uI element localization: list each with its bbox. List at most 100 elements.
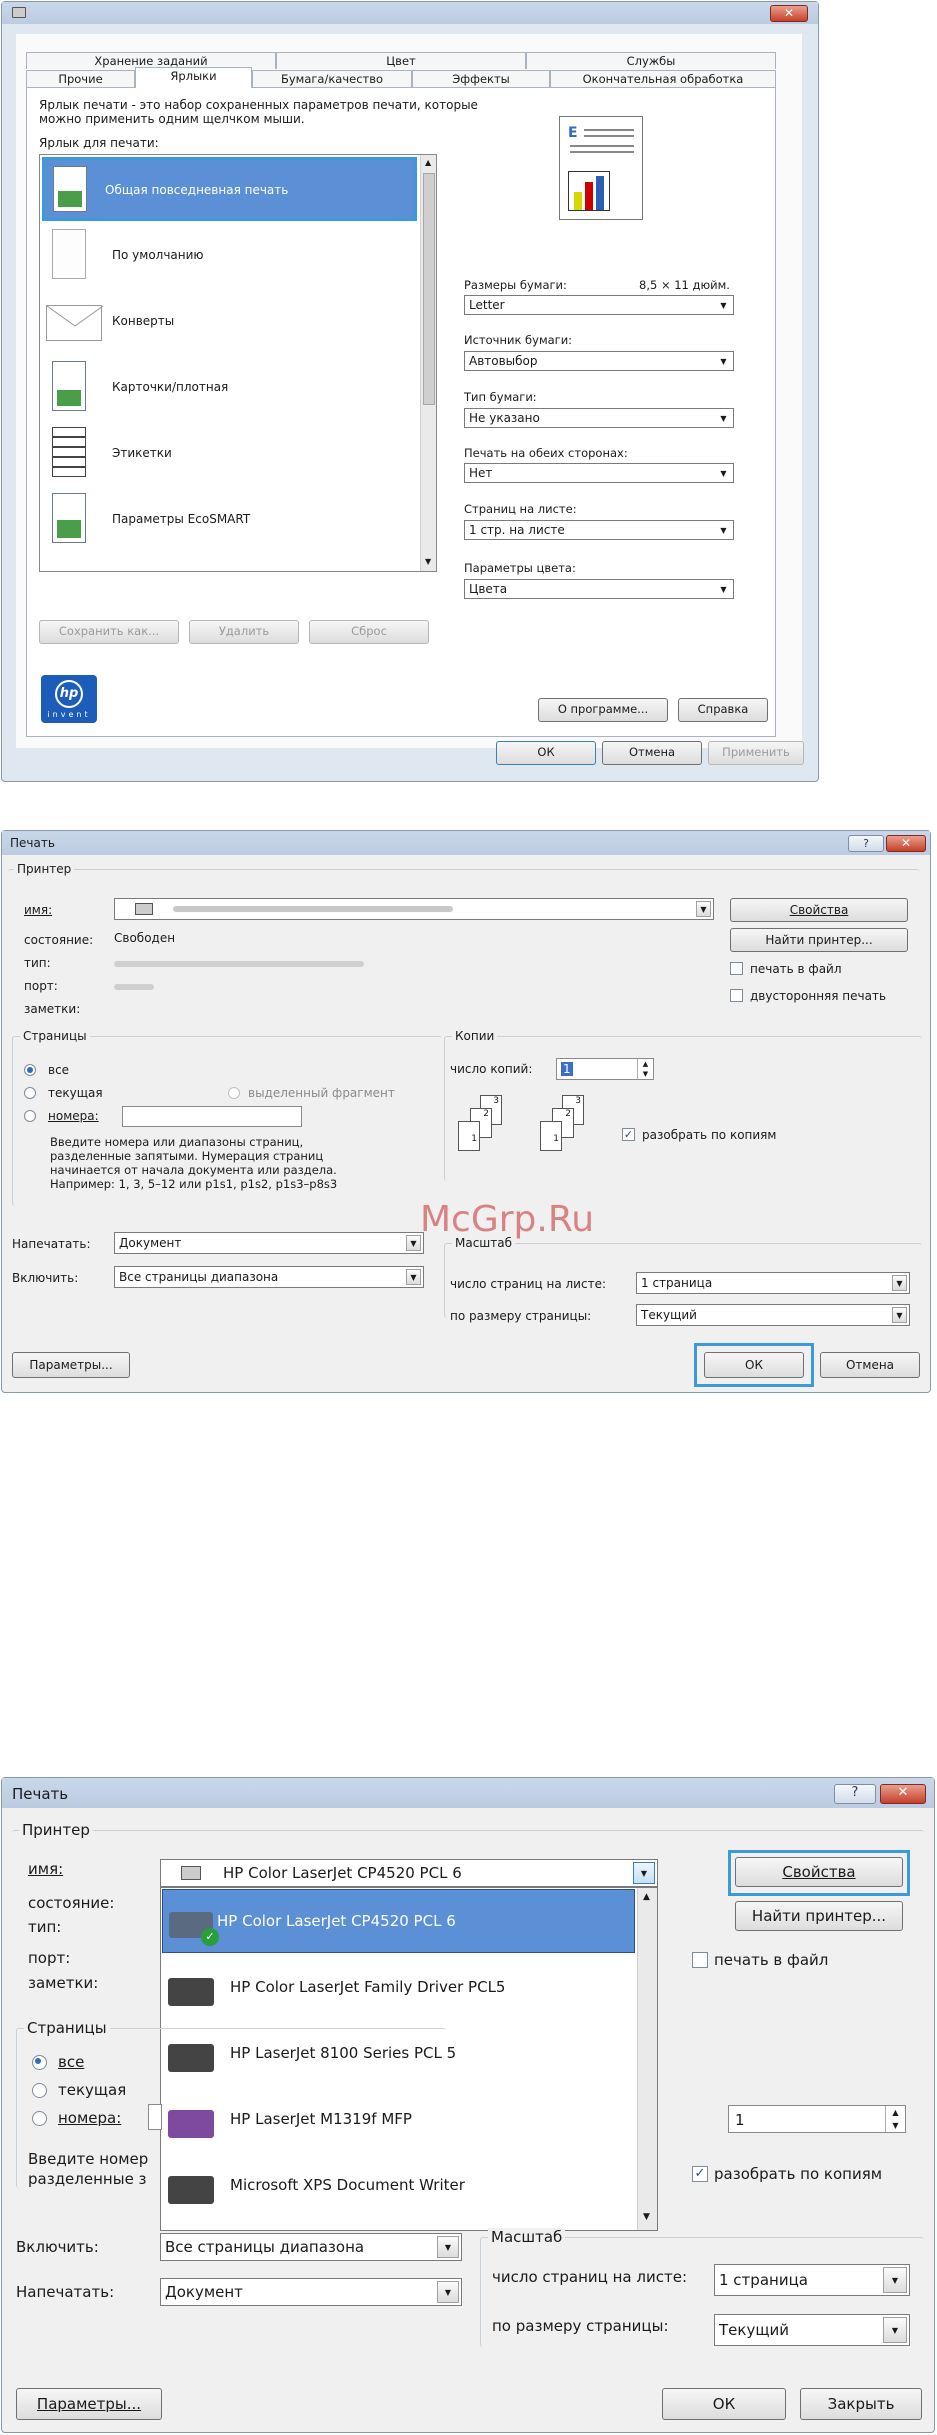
scroll-up-icon[interactable]: ▲ <box>643 1892 650 1902</box>
document-icon <box>53 166 87 212</box>
about-button[interactable]: О программе... <box>538 698 668 722</box>
help-button[interactable]: ? <box>834 1784 876 1804</box>
current-page-radio[interactable] <box>32 2083 47 2098</box>
status-value: Свободен <box>114 931 176 945</box>
scroll-thumb[interactable] <box>423 173 435 405</box>
list-item[interactable]: Параметры EcoSMART <box>42 487 417 553</box>
collate-checkbox[interactable]: ✓ <box>692 2166 708 2182</box>
list-item[interactable]: По умолчанию <box>42 223 417 289</box>
list-item-selected[interactable]: Общая повседневная печать <box>42 157 417 221</box>
duplex-label: Печать на обеих сторонах: <box>464 446 628 460</box>
print-to-file-label: печать в файл <box>750 962 842 976</box>
copies-spinner[interactable]: 1 ▲ ▼ <box>728 2105 906 2133</box>
ok-button[interactable]: ОК <box>496 741 596 765</box>
print-dialog: Печать ? ✕ Принтер имя: ▼ Свойства состо… <box>1 830 931 1393</box>
print-to-file-checkbox[interactable] <box>692 1952 708 1968</box>
scale-select[interactable]: Текущий ▼ <box>636 1304 910 1326</box>
selection-radio[interactable] <box>228 1087 240 1099</box>
page-numbers-radio[interactable] <box>24 1110 36 1122</box>
properties-button[interactable]: Свойства <box>735 1857 903 1887</box>
status-label: состояние: <box>28 1894 115 1912</box>
pages-per-sheet-select[interactable]: 1 страница ▼ <box>636 1272 910 1294</box>
scroll-down-icon[interactable]: ▼ <box>425 557 431 566</box>
scroll-up-icon[interactable]: ▲ <box>425 158 431 167</box>
copies-spinner[interactable]: 1 ▲ ▼ <box>556 1058 654 1080</box>
print-what-select[interactable]: Документ ▼ <box>160 2278 462 2306</box>
tab-color[interactable]: Цвет <box>276 52 526 69</box>
tab-effects[interactable]: Эффекты <box>412 70 550 87</box>
ecosmart-icon <box>52 493 86 543</box>
dropdown-scrollbar[interactable]: ▲ ▼ <box>637 1888 657 2230</box>
page-preview: E <box>559 116 643 220</box>
options-button[interactable]: Параметры... <box>12 1352 130 1378</box>
printer-icon <box>181 1866 201 1880</box>
port-label: порт: <box>24 979 58 993</box>
tab-other[interactable]: Прочие <box>26 70 135 87</box>
page-numbers-input[interactable] <box>148 2104 162 2130</box>
print-what-select[interactable]: Документ ▼ <box>114 1232 424 1254</box>
close-dialog-button[interactable]: Закрыть <box>800 2388 922 2420</box>
paper-size-select[interactable]: Letter ▼ <box>464 295 734 315</box>
notes-label: заметки: <box>28 1974 99 1992</box>
ok-button[interactable]: ОК <box>704 1352 804 1378</box>
list-scrollbar[interactable]: ▲ ▼ <box>420 155 436 571</box>
list-item[interactable]: Конверты <box>42 289 417 355</box>
pages-per-sheet-label: Страниц на листе: <box>464 502 577 516</box>
printer-name-select[interactable]: ▼ <box>114 898 714 920</box>
notes-label: заметки: <box>24 1002 81 1016</box>
tab-shortcuts[interactable]: Ярлыки <box>135 67 252 88</box>
all-pages-radio[interactable] <box>32 2055 47 2070</box>
pages-per-sheet-select[interactable]: 1 страница ▼ <box>714 2264 910 2296</box>
collate-checkbox[interactable]: ✓ <box>622 1128 635 1141</box>
reset-button[interactable]: Сброс <box>309 620 429 644</box>
shortcut-list[interactable]: Общая повседневная печать По умолчанию К… <box>39 154 437 572</box>
close-button[interactable]: ✕ <box>770 5 808 22</box>
list-item[interactable]: Этикетки <box>42 421 417 487</box>
tab-finishing[interactable]: Окончательная обработка <box>550 70 776 87</box>
save-as-button[interactable]: Сохранить как... <box>39 620 179 644</box>
duplex-checkbox[interactable] <box>730 989 743 1002</box>
color-options-select[interactable]: Цвета ▼ <box>464 579 734 599</box>
duplex-select[interactable]: Нет ▼ <box>464 463 734 483</box>
description-line-1: Ярлык печати - это набор сохраненных пар… <box>39 98 478 112</box>
page-numbers-radio[interactable] <box>32 2111 47 2126</box>
paper-source-select[interactable]: Автовыбор ▼ <box>464 351 734 371</box>
delete-button[interactable]: Удалить <box>189 620 299 644</box>
tab-services[interactable]: Службы <box>526 52 776 69</box>
ok-button[interactable]: ОК <box>662 2388 786 2420</box>
type-label: тип: <box>24 956 51 970</box>
page-numbers-input[interactable] <box>122 1106 302 1127</box>
list-item[interactable]: Карточки/плотная <box>42 355 417 421</box>
current-page-radio[interactable] <box>24 1087 36 1099</box>
options-button[interactable]: Параметры... <box>16 2388 162 2420</box>
help-button[interactable]: ? <box>848 835 884 852</box>
scroll-down-icon[interactable]: ▼ <box>643 2212 650 2222</box>
paper-type-select[interactable]: Не указано ▼ <box>464 408 734 428</box>
close-button[interactable]: ✕ <box>880 1784 926 1804</box>
cancel-button[interactable]: Отмена <box>602 741 702 765</box>
copies-value: 1 <box>561 1062 573 1076</box>
watermark: McGrp.Ru <box>420 1199 595 1240</box>
cancel-button[interactable]: Отмена <box>820 1352 920 1378</box>
dropdown-item[interactable]: HP Color LaserJet Family Driver PCL5 <box>162 1954 635 2020</box>
include-select[interactable]: Все страницы диапазона ▼ <box>160 2233 462 2261</box>
title-bar: Печать ? ✕ <box>2 831 930 855</box>
close-button[interactable]: ✕ <box>886 835 926 852</box>
collate-label: разобрать по копиям <box>714 2165 883 2183</box>
pages-per-sheet-select[interactable]: 1 стр. на листе ▼ <box>464 520 734 540</box>
duplex-label: двусторонняя печать <box>750 989 887 1003</box>
help-button[interactable]: Справка <box>678 698 768 722</box>
find-printer-button[interactable]: Найти принтер... <box>735 1901 903 1931</box>
find-printer-button[interactable]: Найти принтер... <box>730 928 908 952</box>
all-pages-radio[interactable] <box>24 1064 36 1076</box>
print-to-file-label: печать в файл <box>714 1951 829 1969</box>
print-to-file-checkbox[interactable] <box>730 962 743 975</box>
dropdown-item-selected[interactable]: ✓ HP Color LaserJet CP4520 PCL 6 <box>162 1889 635 1953</box>
printer-name-select[interactable]: HP Color LaserJet CP4520 PCL 6 ▼ <box>160 1859 658 1887</box>
tab-paper-quality[interactable]: Бумага/качество <box>252 70 412 87</box>
scale-select[interactable]: Текущий ▼ <box>714 2314 910 2346</box>
properties-button[interactable]: Свойства <box>730 898 908 922</box>
include-select[interactable]: Все страницы диапазона ▼ <box>114 1266 424 1288</box>
chart-icon <box>568 171 610 211</box>
apply-button[interactable]: Применить <box>708 741 804 765</box>
